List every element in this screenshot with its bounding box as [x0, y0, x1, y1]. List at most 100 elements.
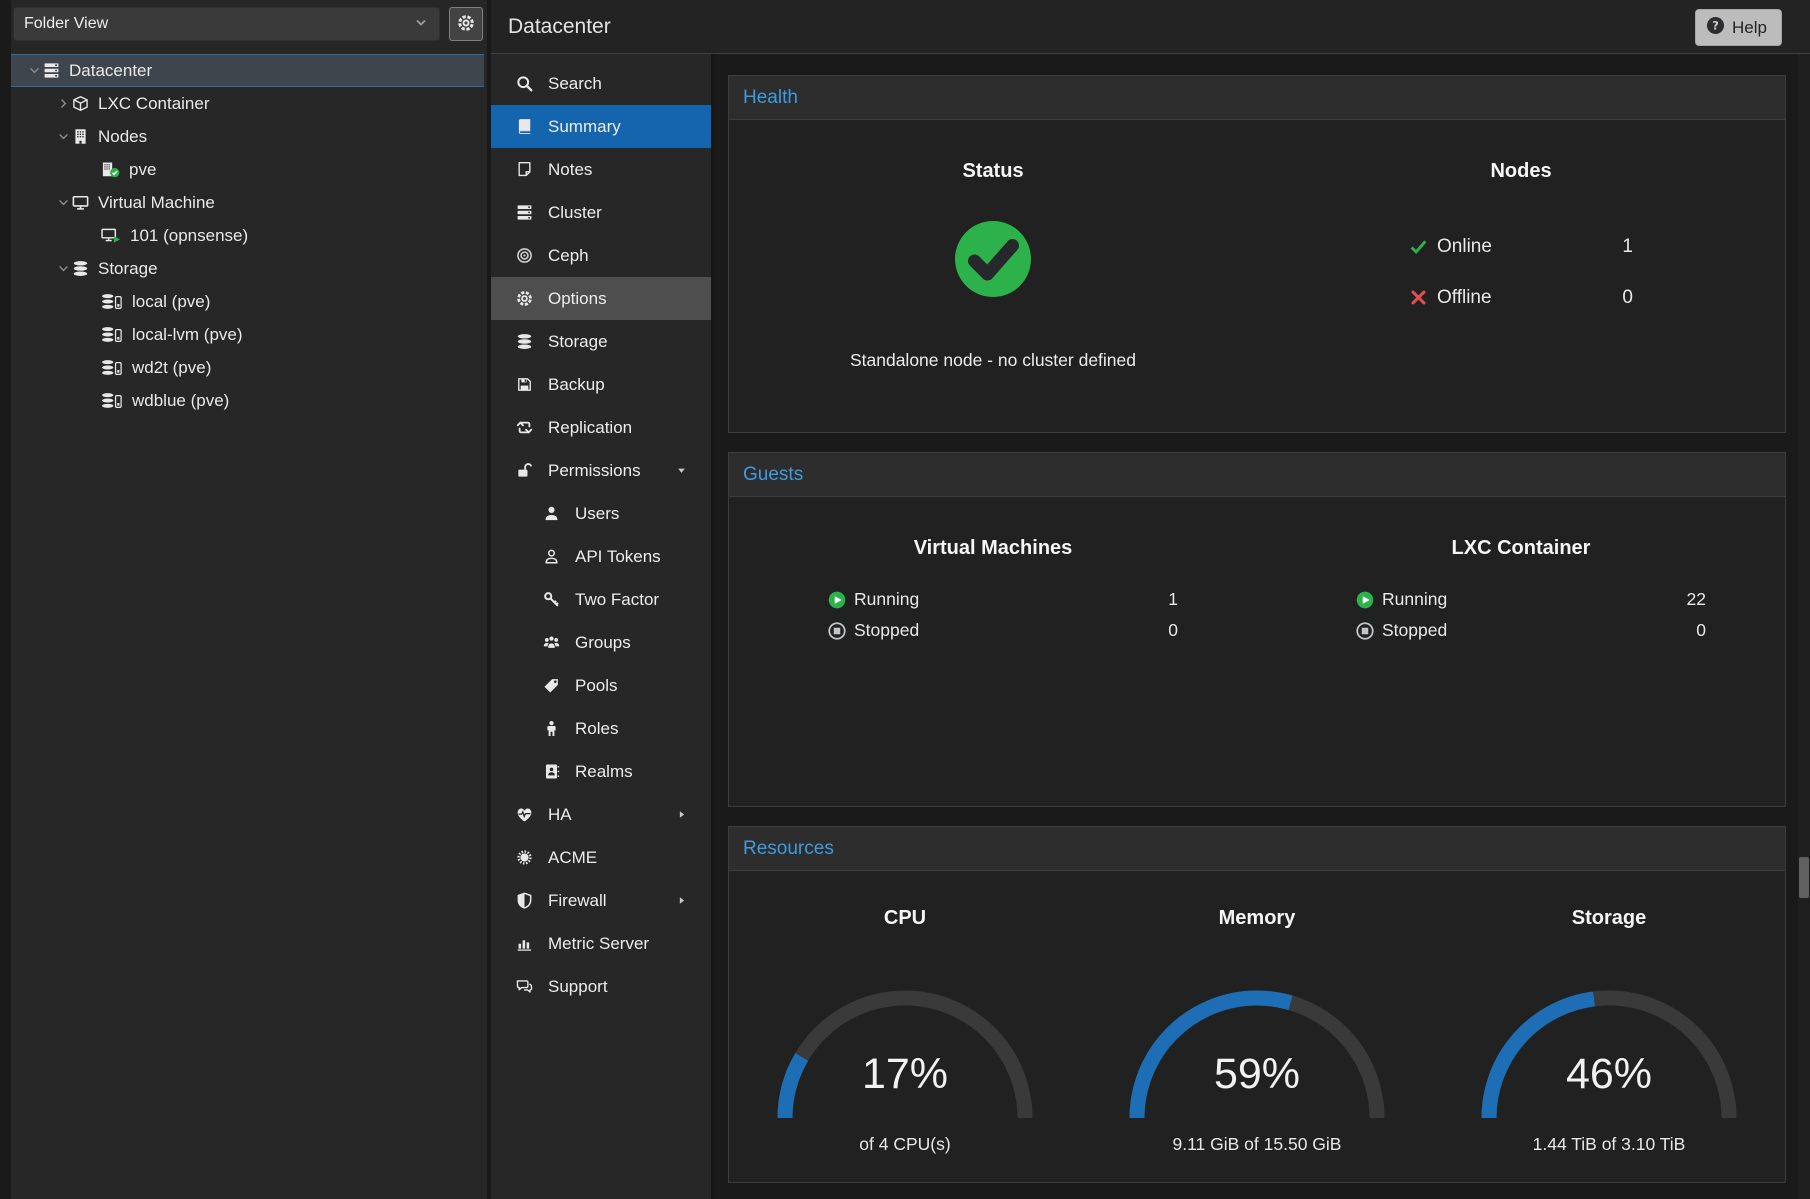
- user-outline-icon: [540, 548, 562, 565]
- view-mode-select[interactable]: Folder View: [13, 7, 440, 41]
- guest-status-value: 22: [1687, 589, 1706, 610]
- nav-item-support[interactable]: Support: [491, 965, 711, 1008]
- nav-item-label: Cluster: [548, 203, 602, 223]
- building-icon: [72, 128, 89, 145]
- nav-item-label: Users: [575, 504, 619, 524]
- tree-item-wd2t-pve[interactable]: wd2t (pve): [11, 351, 487, 384]
- resource-tree: Datacenter LXC Container Nodes pve Virtual M…: [11, 50, 487, 417]
- nav-item-api-tokens[interactable]: API Tokens: [491, 535, 711, 578]
- tree-item-storage[interactable]: Storage: [11, 252, 487, 285]
- guest-status-row-running: Running22: [1356, 586, 1706, 613]
- nav-item-permissions[interactable]: Permissions: [491, 449, 711, 492]
- tree-expanded-icon[interactable]: [54, 129, 72, 144]
- nav-item-groups[interactable]: Groups: [491, 621, 711, 664]
- database-icon: [72, 260, 89, 277]
- nav-item-ceph[interactable]: Ceph: [491, 234, 711, 277]
- nav-item-storage[interactable]: Storage: [491, 320, 711, 363]
- health-nodes-column: Nodes Online1Offline0: [1257, 120, 1785, 432]
- nav-item-label: Replication: [548, 418, 632, 438]
- datacenter-nav: Search Summary Notes Cluster CephOptions Stor…: [491, 54, 711, 1199]
- proxmox-app: Folder View Datacenter LXC Container Nodes…: [0, 0, 1810, 1199]
- vertical-scrollbar: [1798, 54, 1810, 1199]
- resources-panel-title: Resources: [729, 827, 1785, 871]
- nav-item-two-factor[interactable]: Two Factor: [491, 578, 711, 621]
- tree-item-label: local-lvm (pve): [132, 325, 243, 345]
- node-status-row-online: Online1: [1409, 233, 1633, 260]
- guest-status-value: 1: [1168, 589, 1178, 610]
- nav-item-options[interactable]: Options: [491, 277, 711, 320]
- nav-item-label: Groups: [575, 633, 631, 653]
- tree-item-wdblue-pve[interactable]: wdblue (pve): [11, 384, 487, 417]
- gauge-percent: 17%: [760, 1050, 1050, 1099]
- key-icon: [540, 591, 562, 608]
- tree-expanded-icon[interactable]: [25, 63, 43, 78]
- resources-panel: Resources CPU17%of 4 CPU(s)Memory59%9.11…: [728, 826, 1786, 1183]
- tree-item-pve[interactable]: pve: [11, 153, 487, 186]
- nav-item-realms[interactable]: Realms: [491, 750, 711, 793]
- search-icon: [513, 75, 535, 92]
- comments-icon: [513, 978, 535, 995]
- nav-item-pools[interactable]: Pools: [491, 664, 711, 707]
- tree-expanded-icon[interactable]: [54, 261, 72, 276]
- workspace: Datacenter ? Help Search Summary Notes Clus…: [487, 0, 1810, 1199]
- caret-right-icon[interactable]: [676, 809, 687, 820]
- tree-item-datacenter[interactable]: Datacenter: [11, 54, 484, 87]
- nav-item-notes[interactable]: Notes: [491, 148, 711, 191]
- tree-item-lxc-container[interactable]: LXC Container: [11, 87, 487, 120]
- tree-item-local-lvm-pve[interactable]: local-lvm (pve): [11, 318, 487, 351]
- server-stack-icon: [43, 62, 60, 79]
- nav-item-metric-server[interactable]: Metric Server: [491, 922, 711, 965]
- nav-item-label: Summary: [548, 117, 621, 137]
- tree-item-101-opnsense[interactable]: 101 (opnsense): [11, 219, 487, 252]
- tree-item-label: wdblue (pve): [132, 391, 229, 411]
- gauge-storage: Storage46%1.44 TiB of 3.10 TiB: [1433, 871, 1785, 1182]
- bar-chart-icon: [513, 935, 535, 952]
- tree-item-label: LXC Container: [98, 94, 210, 114]
- tree-item-local-pve[interactable]: local (pve): [11, 285, 487, 318]
- scrollbar-thumb[interactable]: [1799, 857, 1809, 898]
- guest-status-value: 0: [1168, 620, 1178, 641]
- node-online-icon: [101, 161, 120, 178]
- nav-item-search[interactable]: Search: [491, 62, 711, 105]
- tree-expanded-icon[interactable]: [54, 195, 72, 210]
- guests-column-virtual-machines: Virtual MachinesRunning1Stopped0: [729, 497, 1257, 806]
- guests-column-heading: LXC Container: [1452, 537, 1591, 560]
- guest-status-label: Running: [854, 589, 919, 610]
- gauge-arc: 59%: [1112, 970, 1402, 1122]
- help-button[interactable]: ? Help: [1695, 9, 1782, 46]
- nav-item-cluster[interactable]: Cluster: [491, 191, 711, 234]
- caret-right-icon[interactable]: [676, 895, 687, 906]
- nav-item-label: Pools: [575, 676, 618, 696]
- tree-item-nodes[interactable]: Nodes: [11, 120, 487, 153]
- nav-item-acme[interactable]: ACME: [491, 836, 711, 879]
- guests-column-lxc-container: LXC Container Running22 Stopped0: [1257, 497, 1785, 806]
- guest-status-row-stopped: Stopped0: [1356, 617, 1706, 644]
- guests-panel-title: Guests: [729, 453, 1785, 497]
- nav-item-summary[interactable]: Summary: [491, 105, 711, 148]
- nav-item-firewall[interactable]: Firewall: [491, 879, 711, 922]
- nav-item-replication[interactable]: Replication: [491, 406, 711, 449]
- user-icon: [540, 505, 562, 522]
- tree-item-label: pve: [129, 160, 156, 180]
- tree-settings-button[interactable]: [449, 7, 483, 41]
- resource-tree-panel: Folder View Datacenter LXC Container Nodes…: [0, 0, 487, 1199]
- view-mode-value: Folder View: [24, 15, 108, 33]
- play-circle-icon: [1356, 591, 1374, 609]
- storage-drive-icon: [101, 293, 123, 310]
- nav-item-label: Firewall: [548, 891, 607, 911]
- check-circle-icon: [953, 219, 1033, 304]
- caret-down-icon[interactable]: [676, 465, 687, 476]
- tree-collapsed-icon[interactable]: [54, 96, 72, 111]
- nav-item-label: Backup: [548, 375, 605, 395]
- database-icon: [513, 333, 535, 350]
- nav-item-roles[interactable]: Roles: [491, 707, 711, 750]
- content-header: Datacenter ? Help: [491, 0, 1810, 54]
- nav-item-ha[interactable]: HA: [491, 793, 711, 836]
- nav-item-label: Storage: [548, 332, 608, 352]
- gauge-subtext: 1.44 TiB of 3.10 TiB: [1533, 1134, 1686, 1155]
- tree-item-virtual-machine[interactable]: Virtual Machine: [11, 186, 487, 219]
- nav-item-users[interactable]: Users: [491, 492, 711, 535]
- guests-panel: Guests Virtual MachinesRunning1Stopped0L…: [728, 452, 1786, 807]
- nav-item-backup[interactable]: Backup: [491, 363, 711, 406]
- node-status-value: 1: [1622, 236, 1633, 258]
